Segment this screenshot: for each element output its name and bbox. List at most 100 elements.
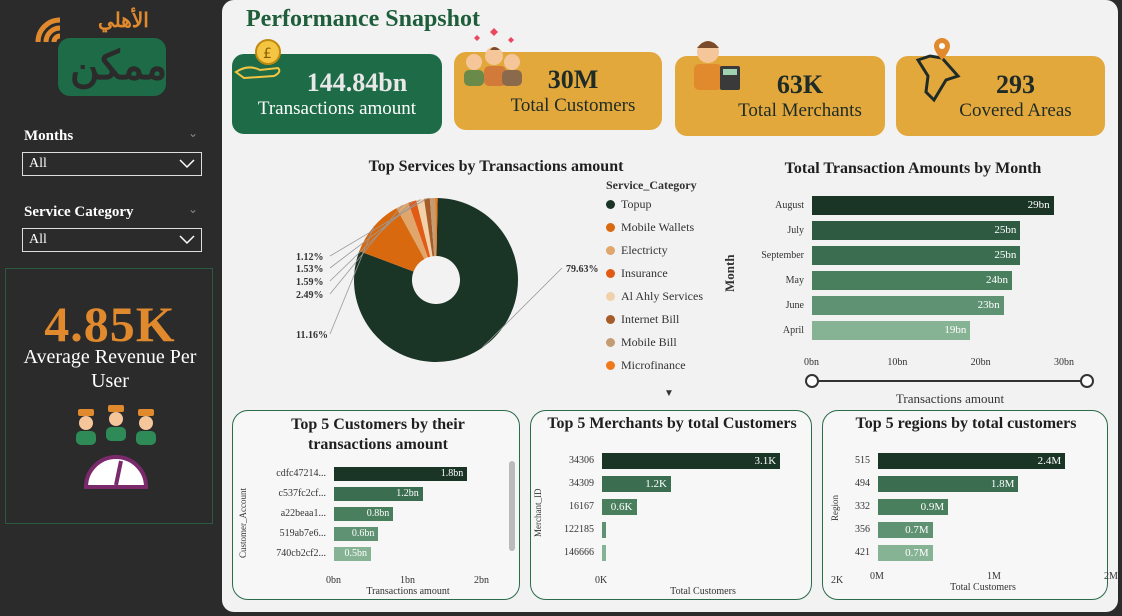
legend-item[interactable]: Mobile Bill xyxy=(606,331,703,354)
legend-scroll-down-icon[interactable]: ▼ xyxy=(664,388,674,399)
bar[interactable]: 2.4M xyxy=(878,453,1066,469)
bar-category-label: c537fc2cf... xyxy=(278,488,326,499)
legend-dot xyxy=(606,292,615,301)
legend-item[interactable]: Al Ahly Services xyxy=(606,285,703,308)
sidebar: الأهلي ممكن Months ⌄ All Service Categor… xyxy=(0,0,222,616)
x-tick-label: 0bn xyxy=(804,357,819,368)
bar-row: July 25bn xyxy=(740,221,1080,240)
bar-row: c537fc2cf... 1.2bn xyxy=(250,487,510,501)
svg-text:£: £ xyxy=(263,46,272,62)
bar[interactable]: 29bn xyxy=(812,196,1054,215)
bar-category-label: 16167 xyxy=(569,501,594,512)
month-x-ticks: 0bn 10bn 20bn 30bn xyxy=(804,357,1074,371)
bar-category-label: April xyxy=(782,325,804,336)
legend-item[interactable]: Microfinance xyxy=(606,354,703,377)
map-pin-icon xyxy=(915,38,961,103)
brand-logo: الأهلي ممكن xyxy=(34,10,172,100)
bar[interactable]: 23bn xyxy=(812,296,1004,315)
donut-data-label: 2.49% xyxy=(296,290,324,301)
legend-item[interactable]: Topup xyxy=(606,193,703,216)
service-category-dropdown[interactable]: All xyxy=(22,228,202,252)
regions-x-axis-label: Total Customers xyxy=(950,582,1016,593)
bar-category-label: cdfc47214... xyxy=(276,468,326,479)
legend-item[interactable]: Internet Bill xyxy=(606,308,703,331)
bar[interactable]: 1.2bn xyxy=(334,487,423,501)
average-revenue-card: 4.85K Average Revenue Per User xyxy=(5,268,213,524)
bar-category-label: August xyxy=(775,200,804,211)
top-merchants-bar-chart: 34306 3.1K 34309 1.2K 16167 0.6K 122185 146666 xyxy=(544,453,804,563)
range-slider-start-handle[interactable] xyxy=(805,374,819,388)
kpi-customers-label: Total Customers xyxy=(510,95,636,116)
top-merchants-title: Top 5 Merchants by total Customers xyxy=(547,415,797,432)
bar[interactable]: 1.8M xyxy=(878,476,1019,492)
legend-dot xyxy=(606,246,615,255)
months-dropdown[interactable]: All xyxy=(22,152,202,176)
bar-row: May 24bn xyxy=(740,271,1080,290)
legend-label: Microfinance xyxy=(621,358,686,372)
bar-row: a22beaa1... 0.8bn xyxy=(250,507,510,521)
bar-category-label: 34306 xyxy=(569,455,594,466)
donut-data-label: 79.63% xyxy=(566,264,599,275)
bar[interactable]: 3.1K xyxy=(602,453,781,469)
services-legend: Topup Mobile Wallets Electricty Insurance Al… xyxy=(606,193,703,377)
top-customers-bar-chart: cdfc47214... 1.8bn c537fc2cf... 1.2bn a22bea… xyxy=(250,467,510,567)
donut-data-label: 1.59% xyxy=(296,277,324,288)
regions-axis-label: Region xyxy=(830,495,840,521)
range-slider-track[interactable] xyxy=(812,380,1088,382)
x-tick-label: 2M xyxy=(1104,571,1118,582)
legend-label: Mobile Wallets xyxy=(621,220,695,234)
range-slider-end-handle[interactable] xyxy=(1080,374,1094,388)
donut-data-label: 1.12% xyxy=(296,252,324,263)
legend-item[interactable]: Insurance xyxy=(606,262,703,285)
chevron-down-icon[interactable]: ⌄ xyxy=(188,126,198,141)
bar-category-label: 494 xyxy=(855,478,870,489)
top-regions-title: Top 5 regions by total customers xyxy=(855,415,1077,432)
bar[interactable]: 19bn xyxy=(812,321,971,340)
bar-category-label: 515 xyxy=(855,455,870,466)
bar[interactable]: 24bn xyxy=(812,271,1012,290)
legend-dot xyxy=(606,361,615,370)
legend-item[interactable]: Mobile Wallets xyxy=(606,216,703,239)
page-title: Performance Snapshot xyxy=(246,6,480,32)
bar[interactable] xyxy=(602,522,606,538)
bar-row: 332 0.9M xyxy=(840,499,1100,515)
kpi-customers-value: 30M xyxy=(547,65,599,94)
bar[interactable]: 0.8bn xyxy=(334,507,394,521)
services-legend-title: Service_Category xyxy=(606,178,697,192)
legend-label: Al Ahly Services xyxy=(621,289,703,303)
bar[interactable]: 0.6K xyxy=(602,499,637,515)
bar-row: 146666 xyxy=(544,545,804,561)
bar-category-label: 34309 xyxy=(569,478,594,489)
customers-x-axis-label: Transactions amount xyxy=(366,586,450,597)
kpi-areas-value: 293 xyxy=(996,70,1035,99)
chevron-down-icon[interactable]: ⌄ xyxy=(188,202,198,217)
bar-category-label: September xyxy=(761,250,804,261)
bar[interactable]: 1.2K xyxy=(602,476,671,492)
x-tick-label: 1bn xyxy=(400,575,415,586)
bar[interactable]: 0.7M xyxy=(878,522,933,538)
bar[interactable]: 25bn xyxy=(812,246,1021,265)
x-tick-label: 0K xyxy=(595,575,608,586)
legend-item[interactable]: Electricty xyxy=(606,239,703,262)
bar[interactable]: 1.8bn xyxy=(334,467,468,481)
x-tick-label: 30bn xyxy=(1054,357,1074,368)
month-bar-chart: August 29bn July 25bn September 25bn May 24bn Ju… xyxy=(740,196,1080,346)
x-tick-label: 10bn xyxy=(887,357,908,368)
bar-row: June 23bn xyxy=(740,296,1080,315)
bar-category-label: 332 xyxy=(855,501,870,512)
bar[interactable]: 0.7M xyxy=(878,545,933,561)
chevron-down-icon xyxy=(179,235,195,245)
average-revenue-label: Average Revenue Per User xyxy=(23,346,197,392)
bar[interactable]: 0.6bn xyxy=(334,527,379,541)
bar-row: 122185 xyxy=(544,522,804,538)
bar-row: 34309 1.2K xyxy=(544,476,804,492)
bar-row: August 29bn xyxy=(740,196,1080,215)
legend-dot xyxy=(606,269,615,278)
merchants-axis-label: Merchant_ID xyxy=(533,488,543,537)
bar-row: 740cb2cf2... 0.5bn xyxy=(250,547,510,561)
bar[interactable]: 0.9M xyxy=(878,499,949,515)
bar[interactable] xyxy=(602,545,606,561)
bar[interactable]: 0.5bn xyxy=(334,547,371,561)
bar[interactable]: 25bn xyxy=(812,221,1021,240)
bar-row: 421 0.7M xyxy=(840,545,1100,561)
